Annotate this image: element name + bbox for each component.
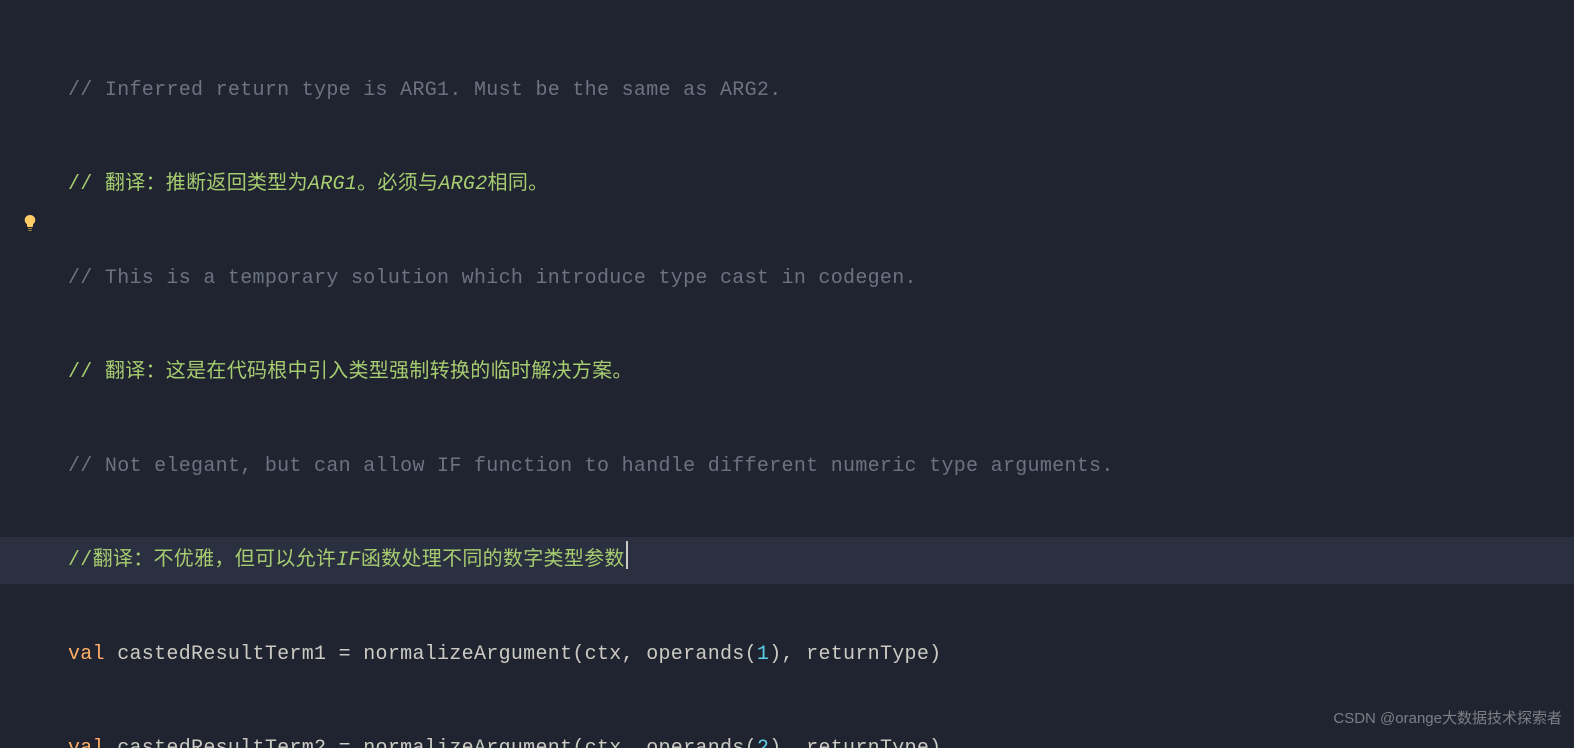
code-text: castedResultTerm1 = normalizeArgument(ct… [105,643,757,666]
code-line: // This is a temporary solution which in… [68,255,1574,302]
code-editor[interactable]: // Inferred return type is ARG1. Must be… [0,0,1574,748]
comment-text: // 翻译：这是在代码根中引入类型强制转换的临时解决方案。 [68,361,633,384]
comment-text: IF [336,549,361,572]
code-text: ), returnType) [769,737,941,748]
code-line: // 翻译：这是在代码根中引入类型强制转换的临时解决方案。 [68,349,1574,396]
text-cursor [626,541,628,569]
editor-gutter [0,0,58,748]
number-literal: 2 [757,737,769,748]
code-line: // Not elegant, but can allow IF functio… [68,443,1574,490]
code-text: ), returnType) [769,643,941,666]
comment-text: // Not elegant, but can allow IF functio… [68,455,1114,478]
comment-text: //翻译：不优雅，但可以允许 [68,549,336,572]
watermark-text: CSDN @orange大数据技术探索者 [1333,695,1562,742]
comment-text: // This is a temporary solution which in… [68,267,917,290]
comment-text: 函数处理不同的数字类型参数 [361,549,625,572]
keyword: val [68,643,105,666]
code-line-active: //翻译：不优雅，但可以允许IF函数处理不同的数字类型参数 [0,537,1574,584]
comment-text: 相同。 [488,173,549,196]
comment-text: ARG1 [308,173,357,196]
number-literal: 1 [757,643,769,666]
code-line: // Inferred return type is ARG1. Must be… [68,67,1574,114]
comment-text: ARG2 [438,173,487,196]
lightbulb-icon[interactable] [22,203,38,219]
comment-text: // 翻译：推断返回类型为 [68,173,308,196]
code-line: val castedResultTerm1 = normalizeArgumen… [68,631,1574,678]
comment-text: 。必须与 [357,173,438,196]
comment-text: // Inferred return type is ARG1. Must be… [68,79,782,102]
code-text: castedResultTerm2 = normalizeArgument(ct… [105,737,757,748]
code-line: // 翻译：推断返回类型为ARG1。必须与ARG2相同。 [68,161,1574,208]
keyword: val [68,737,105,748]
code-area[interactable]: // Inferred return type is ARG1. Must be… [68,20,1574,748]
